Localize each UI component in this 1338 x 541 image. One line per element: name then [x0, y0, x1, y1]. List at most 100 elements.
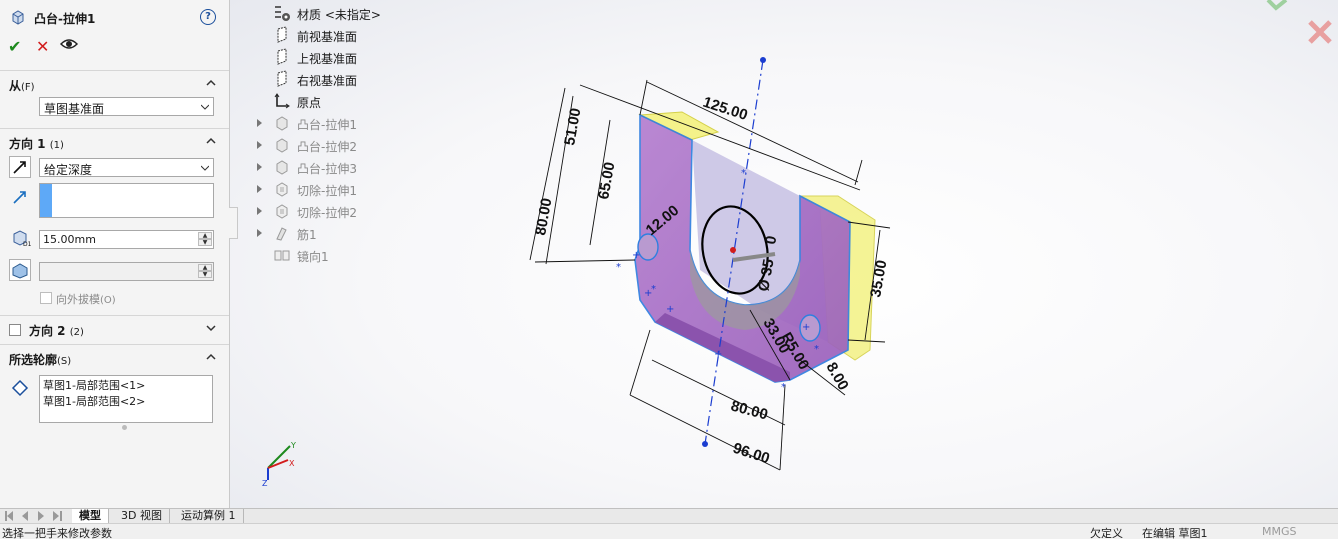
- expand-arrow-icon[interactable]: [257, 141, 262, 149]
- expand-arrow-icon[interactable]: [257, 185, 262, 193]
- depth-icon: D1: [13, 230, 32, 247]
- triad-x-label: X: [289, 459, 295, 468]
- tab-model[interactable]: 模型: [72, 509, 109, 523]
- tree-item[interactable]: 凸台-拉伸2: [255, 135, 455, 155]
- svg-text:*: *: [741, 168, 746, 179]
- cut-extrude-icon: [273, 202, 291, 220]
- material-icon: [273, 4, 291, 22]
- spin-up-icon[interactable]: ▲: [198, 232, 212, 239]
- tree-item[interactable]: 原点: [255, 91, 455, 111]
- reverse-direction-button[interactable]: [9, 156, 31, 178]
- chevron-down-icon: [201, 165, 209, 171]
- direction-vector-icon: [13, 191, 26, 204]
- boss-extrude-icon: [273, 136, 291, 154]
- plane-icon: [273, 26, 291, 44]
- ok-button[interactable]: ✔: [8, 37, 21, 56]
- rib-icon: [273, 224, 291, 242]
- selected-contours-header[interactable]: 所选轮廓(S): [9, 351, 71, 368]
- confirm-corner-icon[interactable]: [1266, 0, 1288, 11]
- resize-grip[interactable]: [122, 425, 127, 430]
- tree-item[interactable]: 凸台-拉伸1: [255, 113, 455, 133]
- spin-down-icon[interactable]: ▼: [198, 239, 212, 246]
- chevron-up-icon[interactable]: [206, 136, 216, 146]
- tree-item[interactable]: 切除-拉伸1: [255, 179, 455, 199]
- left-hole[interactable]: [637, 233, 659, 261]
- svg-text:*: *: [651, 284, 656, 295]
- draft-outward-label: 向外拔模(O): [56, 293, 116, 306]
- tree-item[interactable]: 右视基准面: [255, 69, 455, 89]
- boss-extrude-icon: [273, 158, 291, 176]
- list-item[interactable]: 草图1-局部范围<2>: [43, 393, 145, 409]
- expand-arrow-icon[interactable]: [257, 207, 262, 215]
- chevron-up-icon[interactable]: [206, 78, 216, 88]
- expand-arrow-icon[interactable]: [257, 229, 262, 237]
- direction2-header[interactable]: 方向 2 (2): [29, 322, 84, 339]
- draft-toggle-button[interactable]: [9, 259, 31, 281]
- cancel-corner-icon[interactable]: [1308, 20, 1332, 44]
- bottom-tab-bar: 模型 3D 视图 运动算例 1: [0, 508, 1338, 524]
- draft-icon: [12, 263, 28, 279]
- tree-item-label: 凸台-拉伸1: [297, 118, 357, 132]
- status-units[interactable]: MMGS: [1262, 525, 1297, 538]
- tree-item[interactable]: 上视基准面: [255, 47, 455, 67]
- draft-outward-checkbox[interactable]: [40, 292, 52, 304]
- tree-item-label: 材质 <未指定>: [297, 8, 381, 22]
- dim-51[interactable]: 51.00: [561, 107, 584, 147]
- triad-z-label: Z: [262, 479, 268, 488]
- tree-item-label: 凸台-拉伸2: [297, 140, 357, 154]
- svg-text:*: *: [616, 262, 621, 273]
- dim-80-horizontal[interactable]: 80.00: [729, 397, 770, 423]
- status-editing: 在编辑 草图1: [1142, 527, 1208, 540]
- chevron-down-icon[interactable]: [206, 323, 216, 333]
- property-manager: 凸台-拉伸1 ? ✔ ✕ 从(F) 草图基准面 方向 1 (1) 给定深度 D1…: [0, 0, 230, 508]
- status-state: 欠定义: [1090, 527, 1123, 540]
- tree-item-label: 切除-拉伸1: [297, 184, 357, 198]
- tab-motion-study[interactable]: 运动算例 1: [174, 509, 244, 523]
- status-bar: 选择一把手来修改参数 欠定义 在编辑 草图1 MMGS: [0, 523, 1338, 540]
- svg-text:*: *: [781, 382, 786, 393]
- depth-input[interactable]: 15.00mm ▲ ▼: [39, 230, 214, 249]
- plane-icon: [273, 70, 291, 88]
- tree-item-label: 筋1: [297, 228, 317, 242]
- tree-item-label: 镜向1: [297, 250, 329, 264]
- spin-up-icon[interactable]: ▲: [198, 264, 212, 271]
- spin-down-icon[interactable]: ▼: [198, 271, 212, 278]
- expand-arrow-icon[interactable]: [257, 163, 262, 171]
- draft-angle-input[interactable]: ▲ ▼: [39, 262, 214, 281]
- direction2-checkbox[interactable]: [9, 324, 21, 336]
- list-item[interactable]: 草图1-局部范围<1>: [43, 377, 145, 393]
- reverse-direction-icon: [13, 161, 26, 174]
- from-dropdown[interactable]: 草图基准面: [39, 97, 214, 116]
- tree-item-label: 切除-拉伸2: [297, 206, 357, 220]
- feature-tree: 材质 <未指定> 前视基准面 上视基准面 右视基准面 原点凸台-拉伸1 凸台-拉伸2 凸台-…: [255, 3, 455, 273]
- dim-96[interactable]: 96.00: [731, 440, 772, 468]
- end-condition-dropdown[interactable]: 给定深度: [39, 158, 214, 177]
- dim-8[interactable]: 8.00: [823, 360, 852, 394]
- svg-text:+: +: [714, 349, 722, 360]
- tree-item[interactable]: 凸台-拉伸3: [255, 157, 455, 177]
- tab-nav-arrows[interactable]: [4, 510, 66, 522]
- mirror-icon: [273, 246, 291, 264]
- dim-80-vertical[interactable]: 80.00: [532, 197, 555, 237]
- direction1-header[interactable]: 方向 1 (1): [9, 135, 64, 152]
- boss-extrude-icon: [12, 10, 24, 25]
- tree-item[interactable]: 镜向1: [255, 245, 455, 265]
- expand-arrow-icon[interactable]: [257, 119, 262, 127]
- tree-item[interactable]: 材质 <未指定>: [255, 3, 455, 23]
- selected-contours-list[interactable]: 草图1-局部范围<1> 草图1-局部范围<2>: [39, 375, 213, 423]
- view-triad[interactable]: Y X Z: [262, 441, 296, 488]
- help-icon[interactable]: ?: [200, 9, 216, 25]
- tree-item[interactable]: 切除-拉伸2: [255, 201, 455, 221]
- preview-eye-icon[interactable]: [59, 37, 79, 55]
- direction-selection-box[interactable]: [39, 183, 214, 218]
- panel-splitter[interactable]: [229, 207, 238, 239]
- plane-icon: [273, 48, 291, 66]
- tree-item[interactable]: 前视基准面: [255, 25, 455, 45]
- tab-3d-view[interactable]: 3D 视图: [114, 509, 170, 523]
- cancel-button[interactable]: ✕: [36, 37, 49, 56]
- tree-item[interactable]: 筋1: [255, 223, 455, 243]
- pm-title: 凸台-拉伸1: [34, 12, 96, 26]
- chevron-up-icon[interactable]: [206, 352, 216, 362]
- from-header[interactable]: 从(F): [9, 77, 35, 94]
- dim-65[interactable]: 65.00: [595, 161, 618, 201]
